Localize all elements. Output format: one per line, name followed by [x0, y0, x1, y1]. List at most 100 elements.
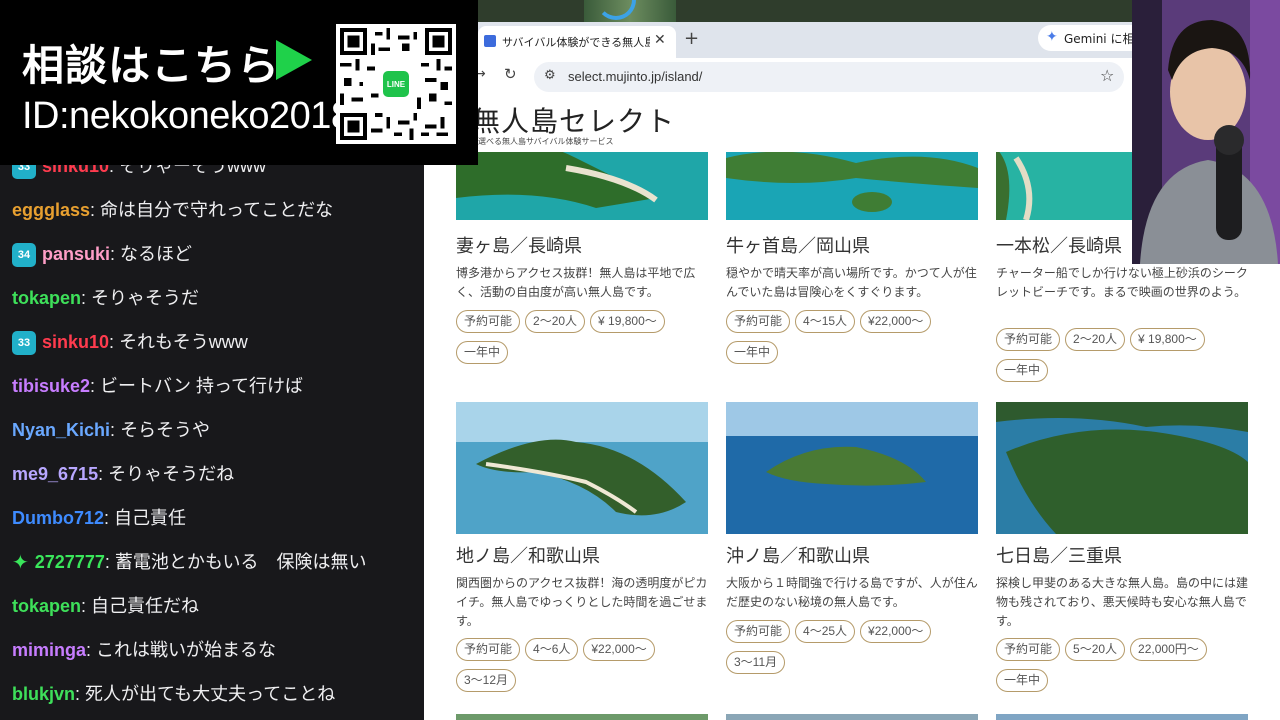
chat-separator: :	[81, 288, 92, 308]
browser-toolbar: → ↻ ⚙ select.mujinto.jp/island/ ☆	[474, 58, 1138, 94]
tag-price: ¥22,000〜	[860, 620, 932, 643]
tag-price: 22,000円〜	[1130, 638, 1207, 661]
chat-separator: :	[109, 332, 120, 352]
chat-message: tibisuke2: ビートバン 持って行けば	[12, 375, 303, 397]
webcam-feed	[1132, 0, 1280, 264]
chat-panel: 33 sinku10: そりゃーそうwww eggglass: 命は自分で守れってこ…	[0, 140, 424, 720]
tag-season: 3〜11月	[726, 651, 786, 674]
tag-capacity: 2〜20人	[1065, 328, 1126, 351]
tag-season: 一年中	[456, 341, 509, 364]
tag-capacity: 5〜20人	[1065, 638, 1126, 661]
chat-message: Dumbo712: 自己責任	[12, 507, 186, 529]
qr-code: LINE	[336, 24, 456, 144]
chat-username[interactable]: tokapen	[12, 596, 81, 616]
tag-capacity: 4〜15人	[795, 310, 856, 333]
chat-username[interactable]: Dumbo712	[12, 508, 104, 528]
island-name[interactable]: 七日島／三重県	[996, 542, 1122, 568]
chat-separator: :	[104, 508, 115, 528]
tag-capacity: 4〜25人	[795, 620, 856, 643]
island-photo[interactable]	[996, 714, 1248, 720]
chat-username[interactable]: me9_6715	[12, 464, 98, 484]
chat-username[interactable]: pansuki	[42, 244, 110, 264]
play-triangle-icon	[276, 40, 312, 80]
chat-username[interactable]: tibisuke2	[12, 376, 90, 396]
address-bar[interactable]: ⚙ select.mujinto.jp/island/ ☆	[534, 62, 1124, 92]
chat-text: そらそうや	[120, 420, 211, 440]
background-photo-strip	[584, 0, 676, 22]
star-icon[interactable]: ☆	[1100, 66, 1114, 85]
tag-price: ¥ 19,800〜	[590, 310, 665, 333]
subscriber-badge-icon: 34	[12, 243, 36, 268]
tune-icon[interactable]: ⚙	[544, 68, 556, 83]
chat-username[interactable]: tokapen	[12, 288, 81, 308]
island-name[interactable]: 沖ノ島／和歌山県	[726, 542, 870, 568]
chat-username[interactable]: blukjvn	[12, 684, 75, 704]
island-description: チャーター船でしか行けない極上砂浜のシークレットビーチです。まるで映画の世界のよ…	[996, 266, 1248, 299]
island-tags: 予約可能 5〜20人 22,000円〜一年中	[996, 638, 1248, 700]
reload-icon[interactable]: ↻	[504, 65, 517, 83]
island-photo[interactable]	[456, 402, 708, 534]
chat-text: そりゃそうだね	[108, 464, 235, 484]
chat-text: これは戦いが始まるな	[96, 640, 277, 660]
subscriber-badge-icon: 33	[12, 331, 36, 356]
island-tags: 予約可能 4〜15人 ¥22,000〜一年中	[726, 310, 978, 372]
stream-screen: 妻ヶ島／長崎県 博多港からアクセス抜群！無人島は平地で広く、活動の自由度が高い無…	[0, 0, 1280, 720]
chat-message: 34 pansuki: なるほど	[12, 243, 193, 268]
chat-message: blukjvn: 死人が出ても大丈夫ってことね	[12, 683, 335, 705]
tab-bar: サバイバル体験ができる無人島一覧 ✕ + ✦ Gemini に相談	[478, 22, 1148, 58]
tag-price: ¥22,000〜	[860, 310, 932, 333]
tag-availability: 予約可能	[456, 638, 521, 661]
promo-overlay: 相談はこちら ID:nekokoneko2018 LINE	[0, 0, 478, 165]
chat-message: me9_6715: そりゃそうだね	[12, 463, 234, 485]
chat-username[interactable]: Nyan_Kichi	[12, 420, 110, 440]
island-description: 穏やかで晴天率が高い場所です。かつて人が住んでいた島は冒険心をくすぐります。	[726, 266, 977, 299]
line-logo-icon: LINE	[380, 68, 412, 100]
island-name[interactable]: 妻ヶ島／長崎県	[456, 232, 582, 258]
chat-text: 命は自分で守れってことだな	[100, 200, 334, 220]
chat-text: そりゃそうだ	[91, 288, 200, 308]
island-photo[interactable]	[726, 714, 978, 720]
chat-separator: :	[81, 596, 92, 616]
chat-text: 蓄電池とかもいる 保険は無い	[114, 552, 367, 572]
chat-text: 自己責任だね	[91, 596, 200, 616]
chat-message: eggglass: 命は自分で守れってことだな	[12, 199, 333, 221]
new-tab-button[interactable]: +	[684, 28, 699, 49]
island-name[interactable]: 牛ヶ首島／岡山県	[726, 232, 870, 258]
site-logo[interactable]: 無人島セレクト	[472, 100, 675, 140]
chat-text: それもそうwww	[119, 332, 248, 352]
promo-title: 相談はこちら	[22, 41, 281, 90]
island-tags: 予約可能 4〜25人 ¥22,000〜 3〜11月	[726, 620, 978, 682]
tag-season: 3〜12月	[456, 669, 517, 692]
island-photo[interactable]	[996, 402, 1248, 534]
close-icon[interactable]: ✕	[654, 32, 666, 48]
tag-price: ¥ 19,800〜	[1130, 328, 1205, 351]
tag-availability: 予約可能	[456, 310, 521, 333]
sparkle-icon: ✦	[1046, 29, 1058, 45]
promo-id: ID:nekokoneko2018	[22, 95, 352, 137]
island-photo[interactable]	[726, 402, 978, 534]
active-tab[interactable]: サバイバル体験ができる無人島一覧 ✕	[478, 26, 676, 58]
chat-separator: :	[90, 200, 101, 220]
island-name[interactable]: 地ノ島／和歌山県	[456, 542, 600, 568]
tag-price: ¥22,000〜	[583, 638, 655, 661]
chat-username[interactable]: sinku10	[42, 332, 109, 352]
chat-username[interactable]: miminga	[12, 640, 86, 660]
tag-availability: 予約可能	[996, 328, 1061, 351]
chat-text: ビートバン 持って行けば	[100, 376, 304, 396]
chat-text: なるほど	[120, 244, 193, 264]
chat-separator: :	[98, 464, 109, 484]
island-name[interactable]: 一本松／長崎県	[996, 232, 1122, 258]
chat-text: 自己責任	[114, 508, 187, 528]
tab-title: サバイバル体験ができる無人島一覧	[502, 36, 650, 49]
chat-username[interactable]: 2727777	[35, 552, 105, 572]
chat-separator: :	[110, 420, 121, 440]
chat-username[interactable]: eggglass	[12, 200, 90, 220]
site-tagline: 選べる無人島サバイバル体験サービス	[478, 137, 614, 146]
tag-season: 一年中	[996, 669, 1049, 692]
tag-capacity: 4〜6人	[525, 638, 579, 661]
chat-text: 死人が出ても大丈夫ってことね	[85, 684, 336, 704]
chat-separator: :	[86, 640, 97, 660]
url-text[interactable]: select.mujinto.jp/island/	[568, 69, 702, 84]
island-photo[interactable]	[456, 714, 708, 720]
chat-message: tokapen: 自己責任だね	[12, 595, 199, 617]
